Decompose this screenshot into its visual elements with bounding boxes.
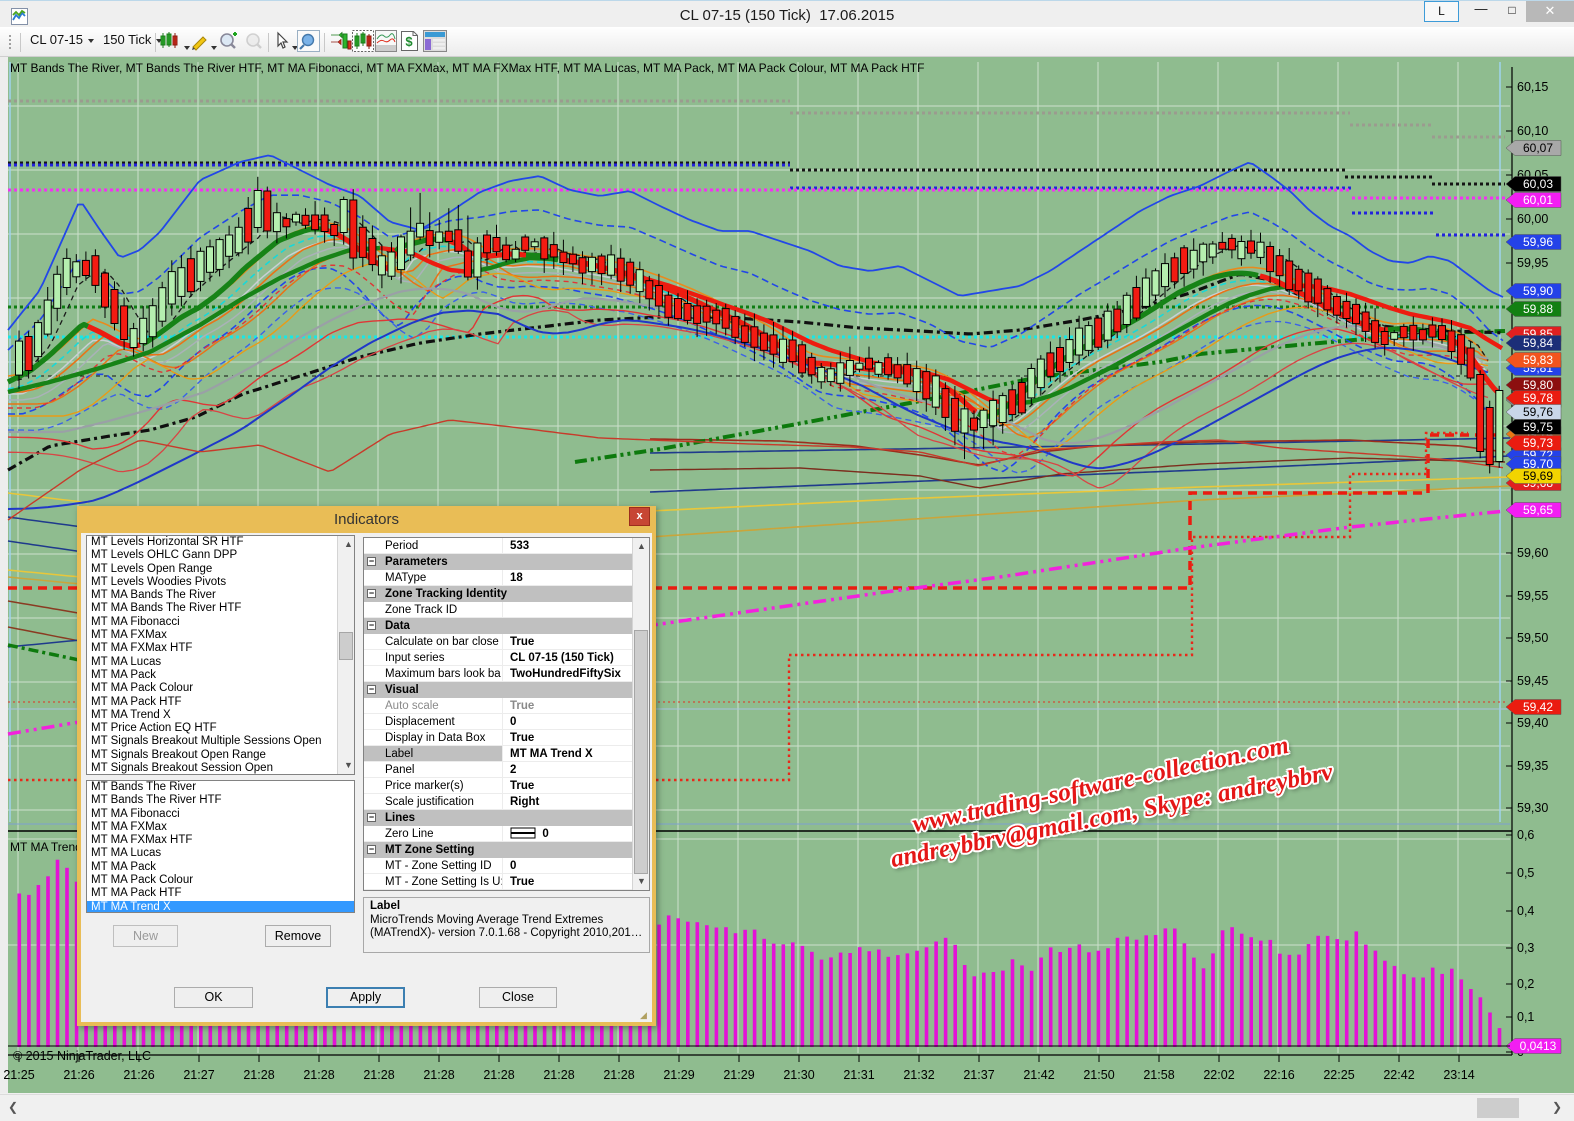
svg-text:21:50: 21:50 <box>1083 1068 1114 1082</box>
svg-text:21:42: 21:42 <box>1023 1068 1054 1082</box>
svg-text:21:29: 21:29 <box>663 1068 694 1082</box>
svg-text:59,84: 59,84 <box>1523 336 1553 350</box>
svg-text:60,15: 60,15 <box>1517 80 1548 94</box>
svg-text:60,00: 60,00 <box>1517 212 1548 226</box>
svg-text:59,60: 59,60 <box>1517 546 1548 560</box>
svg-text:$: $ <box>405 34 413 49</box>
svg-text:0,4: 0,4 <box>1517 904 1534 918</box>
svg-text:59,90: 59,90 <box>1523 284 1553 298</box>
svg-text:0,6: 0,6 <box>1517 828 1534 842</box>
svg-text:59,35: 59,35 <box>1517 759 1548 773</box>
svg-text:21:25: 21:25 <box>3 1068 34 1082</box>
svg-text:21:31: 21:31 <box>843 1068 874 1082</box>
svg-text:60,03: 60,03 <box>1523 177 1553 191</box>
svg-text:60,01: 60,01 <box>1523 193 1553 207</box>
svg-text:21:30: 21:30 <box>783 1068 814 1082</box>
svg-text:59,83: 59,83 <box>1523 353 1553 367</box>
svg-text:59,50: 59,50 <box>1517 631 1548 645</box>
svg-text:59,40: 59,40 <box>1517 716 1548 730</box>
svg-text:21:28: 21:28 <box>603 1068 634 1082</box>
svg-text:59,96: 59,96 <box>1523 235 1553 249</box>
svg-text:22:16: 22:16 <box>1263 1068 1294 1082</box>
svg-text:21:28: 21:28 <box>303 1068 334 1082</box>
svg-text:0,3: 0,3 <box>1517 941 1534 955</box>
svg-text:22:02: 22:02 <box>1203 1068 1234 1082</box>
svg-text:23:14: 23:14 <box>1443 1068 1474 1082</box>
svg-text:22:25: 22:25 <box>1323 1068 1354 1082</box>
svg-text:22:42: 22:42 <box>1383 1068 1414 1082</box>
svg-text:59,45: 59,45 <box>1517 674 1548 688</box>
svg-text:59,42: 59,42 <box>1523 700 1553 714</box>
svg-text:59,30: 59,30 <box>1517 801 1548 815</box>
svg-text:59,88: 59,88 <box>1523 302 1553 316</box>
svg-text:59,75: 59,75 <box>1523 420 1553 434</box>
svg-text:0,2: 0,2 <box>1517 977 1534 991</box>
svg-text:21:29: 21:29 <box>723 1068 754 1082</box>
svg-text:21:58: 21:58 <box>1143 1068 1174 1082</box>
svg-text:59,55: 59,55 <box>1517 589 1548 603</box>
svg-text:21:26: 21:26 <box>63 1068 94 1082</box>
svg-text:21:28: 21:28 <box>243 1068 274 1082</box>
svg-text:© 2015 NinjaTrader, LLC: © 2015 NinjaTrader, LLC <box>13 1049 151 1063</box>
svg-text:60,07: 60,07 <box>1523 141 1553 155</box>
svg-text:0,0413: 0,0413 <box>1520 1039 1557 1053</box>
svg-text:21:28: 21:28 <box>483 1068 514 1082</box>
svg-text:21:28: 21:28 <box>543 1068 574 1082</box>
svg-text:21:32: 21:32 <box>903 1068 934 1082</box>
svg-text:0,5: 0,5 <box>1517 866 1534 880</box>
svg-text:59,69: 59,69 <box>1523 469 1553 483</box>
svg-text:21:26: 21:26 <box>123 1068 154 1082</box>
svg-text:21:28: 21:28 <box>363 1068 394 1082</box>
svg-text:59,80: 59,80 <box>1523 378 1553 392</box>
svg-text:21:27: 21:27 <box>183 1068 214 1082</box>
svg-text:59,95: 59,95 <box>1517 256 1548 270</box>
svg-text:0,1: 0,1 <box>1517 1010 1534 1024</box>
svg-text:59,76: 59,76 <box>1523 405 1553 419</box>
svg-text:59,78: 59,78 <box>1523 391 1553 405</box>
svg-text:21:37: 21:37 <box>963 1068 994 1082</box>
svg-text:59,65: 59,65 <box>1523 503 1553 517</box>
svg-text:21:28: 21:28 <box>423 1068 454 1082</box>
svg-text:MT Bands The River, MT Bands T: MT Bands The River, MT Bands The River H… <box>10 61 924 75</box>
svg-text:60,10: 60,10 <box>1517 124 1548 138</box>
svg-text:59,73: 59,73 <box>1523 436 1553 450</box>
